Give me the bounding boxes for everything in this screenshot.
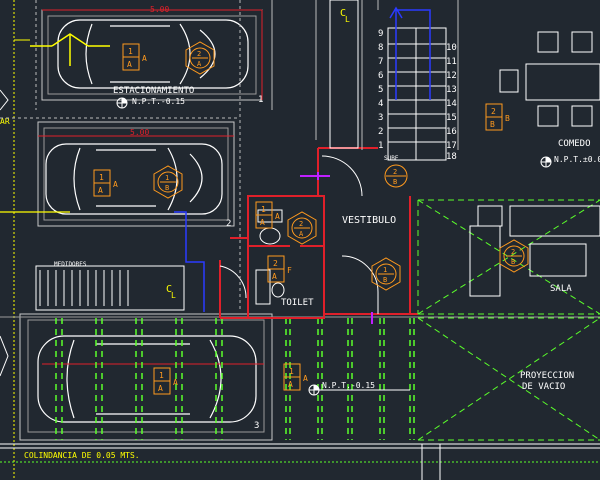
dimension-top: 5.00 — [150, 5, 169, 14]
proyeccion-label-2: DE VACIO — [522, 382, 565, 392]
svg-text:1: 1 — [378, 141, 383, 151]
svg-text:A: A — [260, 218, 265, 227]
comedor-label: COMEDO — [558, 139, 591, 149]
svg-text:B: B — [511, 258, 515, 266]
bay-number-1: 1 — [258, 95, 263, 105]
svg-text:A: A — [275, 212, 280, 221]
sube-label: SUBE — [384, 155, 399, 162]
bay-number-2: 2 — [226, 219, 231, 229]
architectural-floor-plan: 5.00 5.00 AR ESTACIONAMIENTO N.P.T.-0.15 — [0, 0, 600, 480]
svg-text:A: A — [142, 54, 147, 63]
svg-text:2: 2 — [197, 50, 201, 58]
colindancia-label: COLINDANCIA DE 0.05 MTS. — [24, 451, 140, 460]
proyeccion-label-1: PROYECCION — [520, 371, 574, 381]
svg-text:9: 9 — [378, 29, 383, 39]
level-marker-comedor-icon — [540, 156, 552, 168]
svg-text:15: 15 — [446, 113, 457, 123]
hex-tag: 2 B — [384, 164, 408, 188]
svg-text:B: B — [505, 114, 510, 123]
svg-text:B: B — [490, 120, 495, 129]
svg-text:F: F — [287, 266, 292, 275]
svg-text:A: A — [158, 384, 163, 393]
stair-numbers-left: 9 8 7 6 5 4 3 2 1 — [378, 29, 383, 151]
svg-text:1: 1 — [128, 47, 133, 56]
svg-text:1: 1 — [165, 174, 169, 182]
svg-text:6: 6 — [378, 71, 383, 81]
sala-label: SALA — [550, 284, 572, 294]
svg-text:A: A — [303, 374, 308, 383]
svg-text:L: L — [345, 15, 350, 24]
svg-text:L: L — [171, 291, 176, 300]
svg-text:1: 1 — [289, 367, 294, 376]
svg-text:5: 5 — [378, 85, 383, 95]
svg-text:1: 1 — [383, 266, 387, 274]
svg-text:A: A — [98, 186, 103, 195]
medidores-label: MEDIDORES — [54, 261, 87, 268]
level-marker-icon — [116, 97, 128, 109]
svg-text:12: 12 — [446, 71, 457, 81]
svg-text:A: A — [113, 180, 118, 189]
svg-text:7: 7 — [378, 57, 383, 67]
svg-text:2: 2 — [378, 127, 383, 137]
svg-text:1: 1 — [159, 371, 164, 380]
svg-text:2: 2 — [273, 259, 278, 268]
svg-text:1: 1 — [261, 205, 266, 214]
npt-label-parking: N.P.T.-0.15 — [132, 97, 185, 106]
estacionamiento-label: ESTACIONAMIENTO — [113, 86, 194, 96]
svg-text:10: 10 — [446, 43, 457, 53]
svg-text:B: B — [383, 276, 387, 284]
svg-text:11: 11 — [446, 57, 457, 67]
svg-text:14: 14 — [446, 99, 457, 109]
toilet-label: TOILET — [281, 298, 314, 308]
bay-number-3: 3 — [254, 421, 259, 431]
svg-text:13: 13 — [446, 85, 457, 95]
svg-text:2: 2 — [299, 220, 303, 228]
svg-text:17: 17 — [446, 141, 457, 151]
svg-text:2: 2 — [491, 107, 496, 116]
svg-text:2: 2 — [511, 248, 515, 256]
svg-text:2: 2 — [393, 168, 397, 176]
npt-label-bottom: N.P.T.-0.15 — [322, 381, 375, 390]
svg-text:4: 4 — [378, 99, 383, 109]
svg-text:16: 16 — [446, 127, 457, 137]
background — [0, 0, 600, 480]
vestibulo-label: VESTIBULO — [342, 215, 396, 226]
svg-text:1: 1 — [99, 173, 104, 182]
level-marker-bottom-icon — [308, 384, 320, 396]
svg-text:B: B — [393, 178, 397, 186]
svg-text:A: A — [173, 378, 178, 387]
npt-label-comedor: N.P.T.±0.0 — [554, 155, 600, 164]
dimension-middle: 5.00 — [130, 128, 149, 137]
svg-text:A: A — [127, 60, 132, 69]
svg-text:A: A — [288, 380, 293, 389]
svg-text:3: 3 — [378, 113, 383, 123]
stair-numbers-right: 10 11 12 13 14 15 16 17 18 — [446, 43, 457, 162]
svg-text:A: A — [272, 272, 277, 281]
svg-text:8: 8 — [378, 43, 383, 53]
svg-text:18: 18 — [446, 152, 457, 162]
svg-text:B: B — [165, 184, 169, 192]
